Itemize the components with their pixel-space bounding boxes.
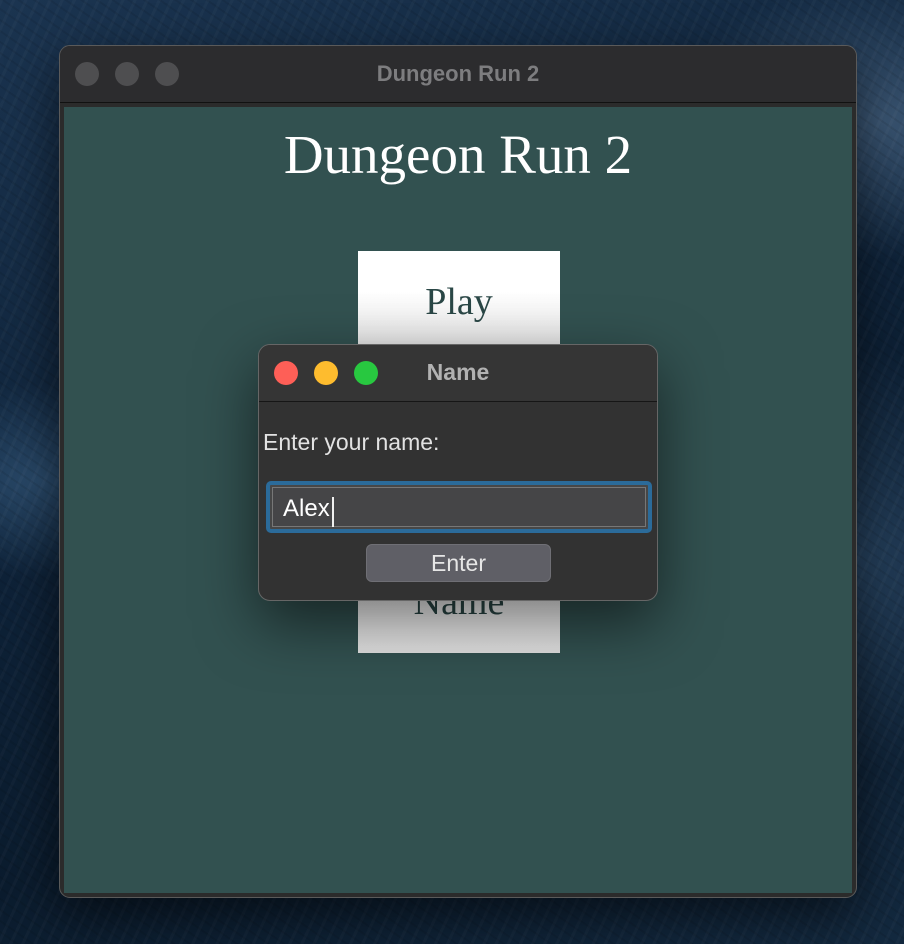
- dialog-titlebar[interactable]: Name: [259, 345, 657, 402]
- text-caret: [332, 497, 334, 527]
- name-input-value: Alex: [283, 495, 330, 522]
- main-window-titlebar[interactable]: Dungeon Run 2: [60, 46, 856, 103]
- name-dialog: Name Enter your name: Alex Enter: [258, 344, 658, 601]
- window-title: Dungeon Run 2: [376, 61, 540, 86]
- play-button[interactable]: Play: [358, 251, 560, 353]
- name-input-field[interactable]: Alex: [272, 487, 646, 527]
- game-title: Dungeon Run 2: [283, 124, 633, 185]
- enter-button[interactable]: Enter: [366, 544, 551, 582]
- dialog-title: Name: [426, 359, 490, 385]
- name-input[interactable]: Alex: [266, 481, 652, 533]
- name-prompt-label: Enter your name:: [263, 429, 440, 455]
